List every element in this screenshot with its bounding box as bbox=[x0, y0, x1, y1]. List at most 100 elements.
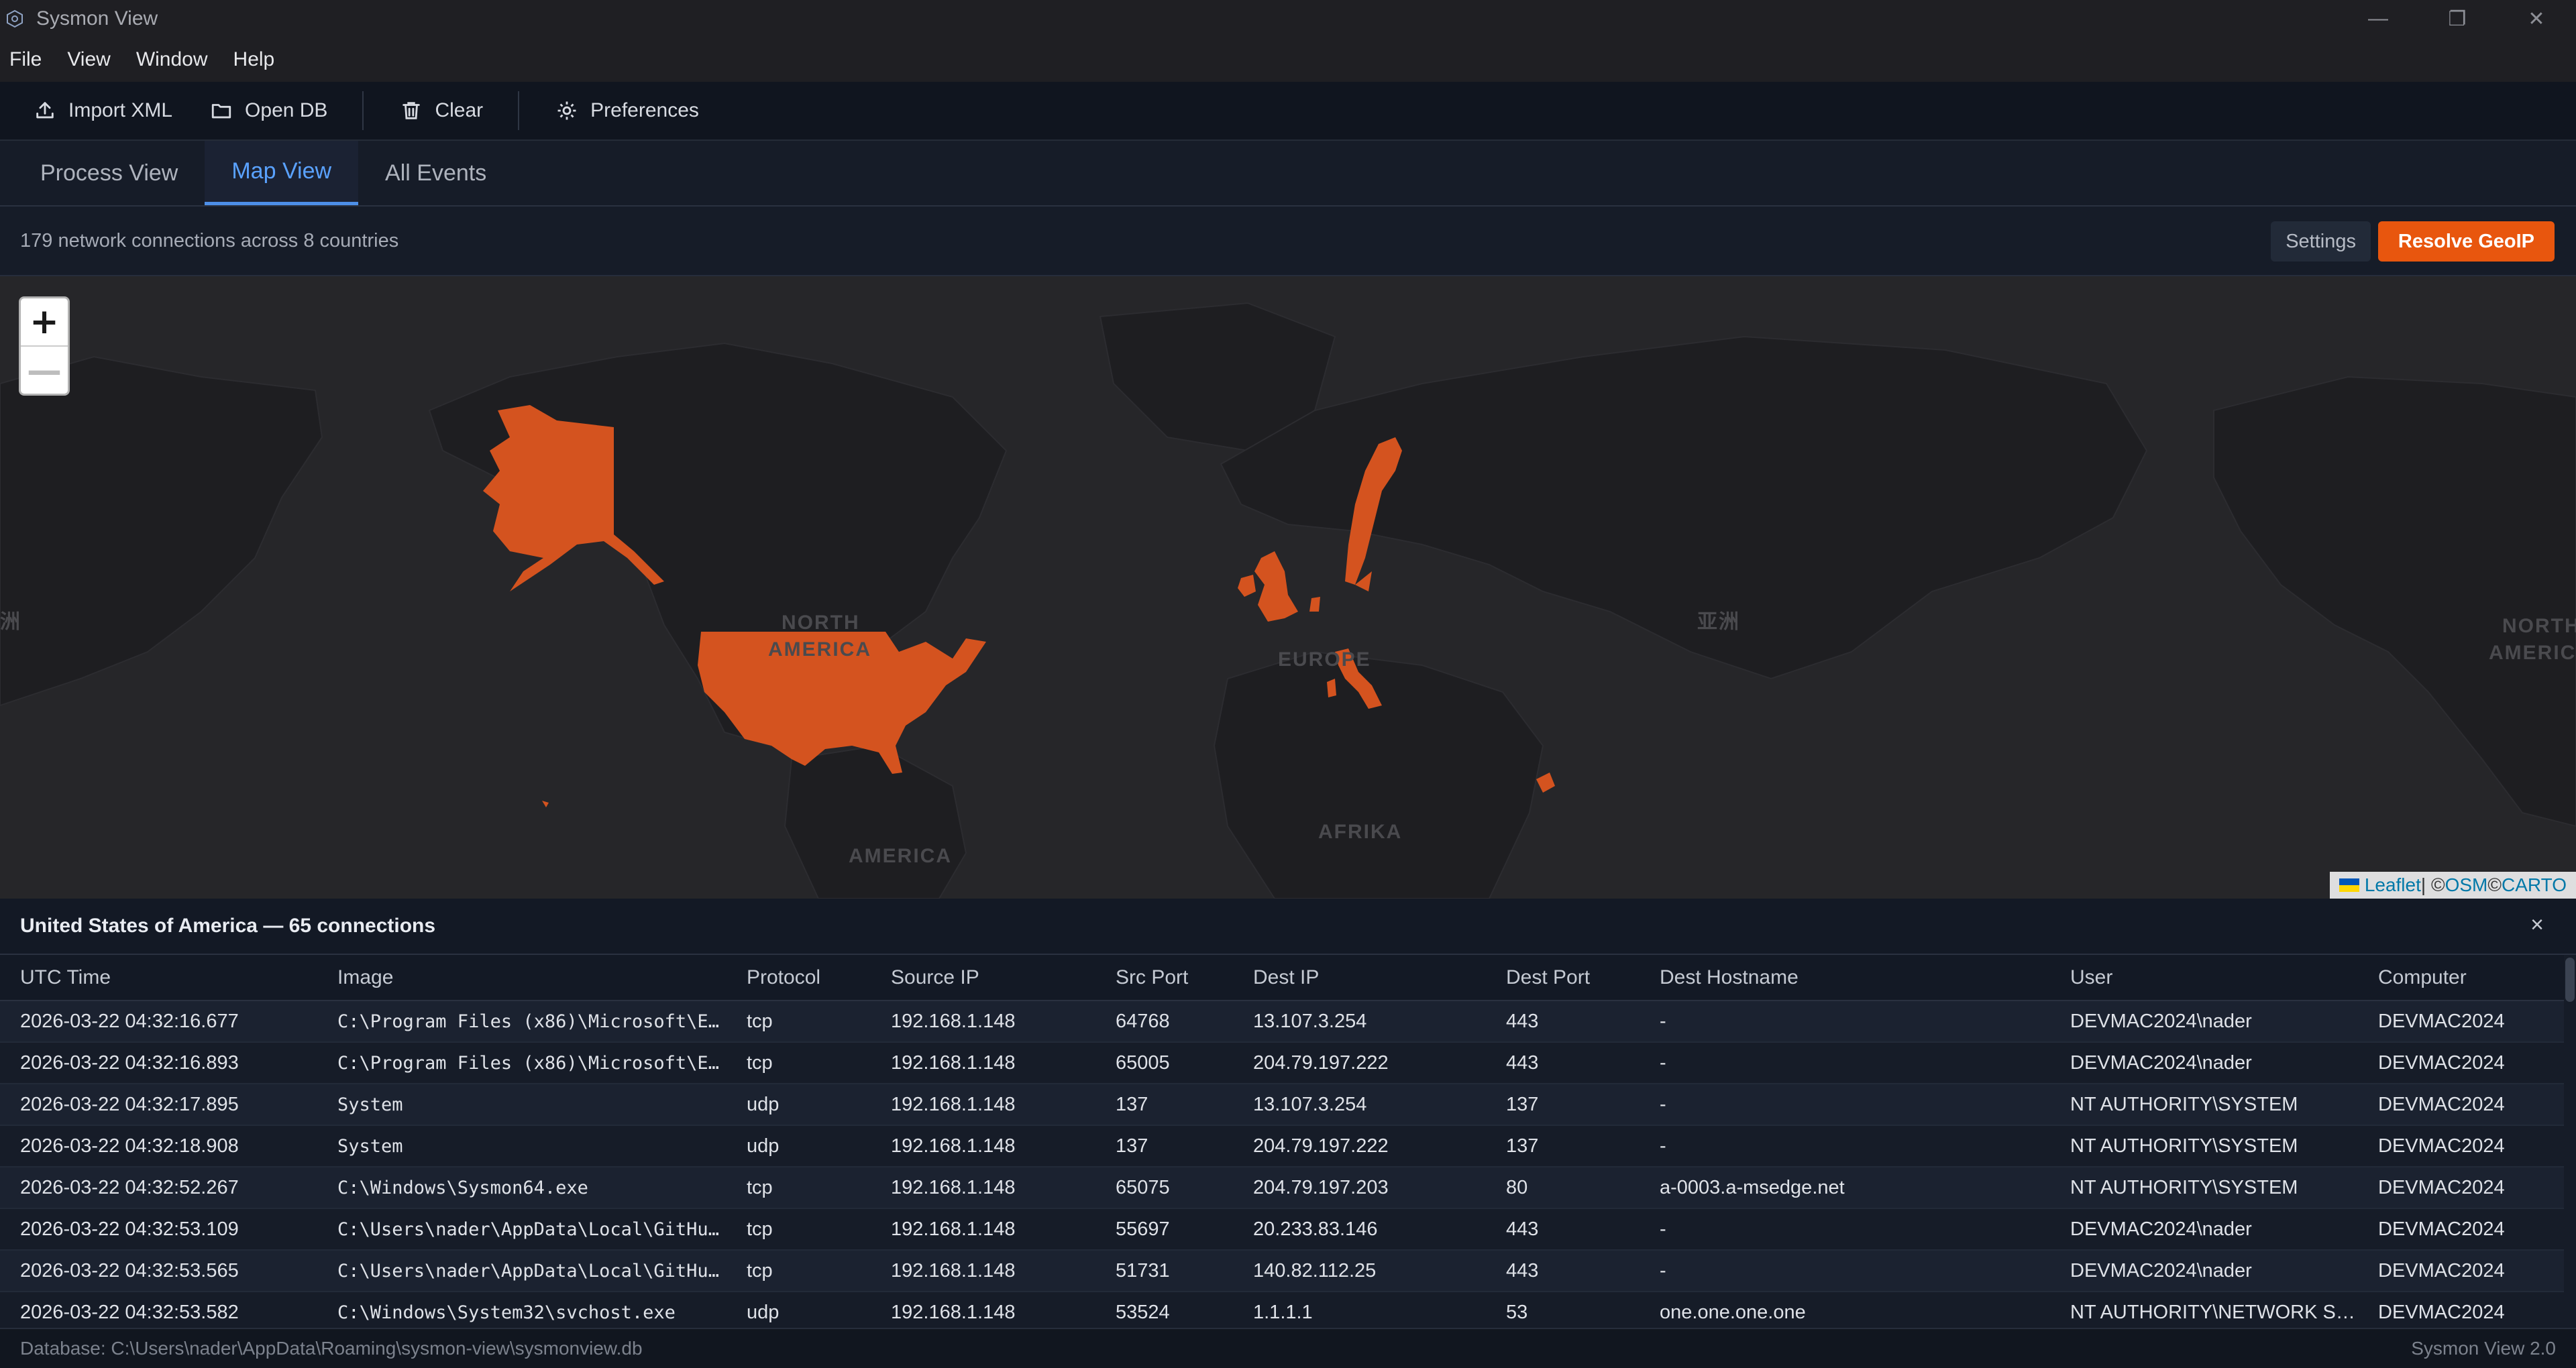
table-cell: tcp bbox=[727, 1001, 871, 1043]
close-detail-button[interactable]: × bbox=[2530, 912, 2544, 938]
table-cell: 65075 bbox=[1095, 1167, 1233, 1209]
table-cell: - bbox=[1640, 1125, 2050, 1167]
connections-table-container: UTC Time Image Protocol Source IP Src Po… bbox=[0, 955, 2576, 1328]
tab-map-view[interactable]: Map View bbox=[205, 141, 359, 205]
table-cell: 443 bbox=[1486, 1208, 1640, 1251]
label-north-america: NORTH bbox=[782, 612, 860, 634]
close-window-button[interactable]: ✕ bbox=[2497, 0, 2576, 38]
tab-all-events[interactable]: All Events bbox=[358, 141, 513, 205]
leaflet-link[interactable]: Leaflet bbox=[2365, 874, 2421, 896]
gear-icon bbox=[557, 101, 576, 120]
table-cell: 53524 bbox=[1095, 1292, 1233, 1328]
menu-bar: File View Window Help bbox=[0, 38, 2576, 82]
table-cell: tcp bbox=[727, 1167, 871, 1209]
table-cell: NT AUTHORITY\SYSTEM bbox=[2050, 1084, 2358, 1126]
attribution-copyright: © bbox=[2487, 874, 2502, 895]
table-cell: C:\Windows\System32\svchost.exe bbox=[317, 1292, 727, 1328]
table-cell: 65005 bbox=[1095, 1042, 1233, 1084]
table-cell: 2026-03-22 04:32:18.908 bbox=[0, 1125, 317, 1167]
label-america: AMERICA bbox=[768, 638, 871, 661]
table-cell: 2026-03-22 04:32:16.677 bbox=[0, 1001, 317, 1043]
table-row[interactable]: 2026-03-22 04:32:53.109 C:\Users\nader\Ap… bbox=[0, 1208, 2564, 1251]
world-map[interactable]: NORTH AMERICA EUROPE AMERICA AFRIKA NORT… bbox=[0, 276, 2576, 899]
table-cell: tcp bbox=[727, 1042, 871, 1084]
toolbar: Import XML Open DB Clear Preferences bbox=[0, 82, 2576, 141]
status-bar: Database: C:\Users\nader\AppData\Roaming… bbox=[0, 1328, 2576, 1368]
table-cell: tcp bbox=[727, 1250, 871, 1292]
column-header[interactable]: Source IP bbox=[871, 955, 1095, 1001]
table-cell: 192.168.1.148 bbox=[871, 1042, 1095, 1084]
table-row[interactable]: 2026-03-22 04:32:53.565 C:\Users\nader\Ap… bbox=[0, 1250, 2564, 1292]
table-cell: 192.168.1.148 bbox=[871, 1001, 1095, 1043]
table-cell: udp bbox=[727, 1084, 871, 1126]
carto-link[interactable]: CARTO bbox=[2502, 874, 2567, 896]
maximize-button[interactable]: ❐ bbox=[2418, 0, 2497, 38]
connection-summary: 179 network connections across 8 countri… bbox=[20, 229, 399, 251]
column-header[interactable]: Dest IP bbox=[1233, 955, 1486, 1001]
import-xml-label: Import XML bbox=[68, 99, 173, 121]
table-cell: DEVMAC2024 bbox=[2358, 1001, 2564, 1043]
column-header[interactable]: User bbox=[2050, 955, 2358, 1001]
open-db-button[interactable]: Open DB bbox=[210, 99, 327, 122]
table-scrollbar[interactable] bbox=[2565, 958, 2575, 1002]
zoom-in-button[interactable]: + bbox=[21, 298, 68, 347]
table-cell: 137 bbox=[1095, 1125, 1233, 1167]
app-version: Sysmon View 2.0 bbox=[2411, 1338, 2556, 1359]
resolve-geoip-button[interactable]: Resolve GeoIP bbox=[2377, 221, 2555, 262]
table-cell: 2026-03-22 04:32:17.895 bbox=[0, 1084, 317, 1126]
table-cell: - bbox=[1640, 1042, 2050, 1084]
trash-icon bbox=[402, 102, 421, 119]
table-cell: NT AUTHORITY\SYSTEM bbox=[2050, 1167, 2358, 1209]
minimize-button[interactable]: — bbox=[2339, 0, 2418, 38]
attribution-separator: | © bbox=[2420, 874, 2445, 895]
menu-file[interactable]: File bbox=[9, 48, 42, 71]
table-row[interactable]: 2026-03-22 04:32:16.677 C:\Program Files … bbox=[0, 1001, 2564, 1043]
table-row[interactable]: 2026-03-22 04:32:16.893 C:\Program Files … bbox=[0, 1042, 2564, 1084]
upload-icon bbox=[36, 102, 54, 119]
column-header[interactable]: Computer bbox=[2358, 955, 2564, 1001]
table-cell: 140.82.112.25 bbox=[1233, 1250, 1486, 1292]
label-europe: EUROPE bbox=[1278, 648, 1371, 671]
menu-help[interactable]: Help bbox=[233, 48, 275, 71]
table-cell: 204.79.197.222 bbox=[1233, 1125, 1486, 1167]
table-cell: System bbox=[317, 1125, 727, 1167]
clear-button[interactable]: Clear bbox=[400, 99, 483, 122]
table-row[interactable]: 2026-03-22 04:32:52.267 C:\Windows\Sysmon… bbox=[0, 1167, 2564, 1209]
menu-view[interactable]: View bbox=[67, 48, 110, 71]
settings-button[interactable]: Settings bbox=[2271, 221, 2371, 262]
country-detail-header: United States of America — 65 connection… bbox=[0, 899, 2576, 955]
toolbar-divider bbox=[518, 91, 520, 130]
table-cell: 2026-03-22 04:32:52.267 bbox=[0, 1167, 317, 1209]
column-header[interactable]: UTC Time bbox=[0, 955, 317, 1001]
table-cell: 204.79.197.222 bbox=[1233, 1042, 1486, 1084]
column-header[interactable]: Protocol bbox=[727, 955, 871, 1001]
table-header-row: UTC Time Image Protocol Source IP Src Po… bbox=[0, 955, 2564, 1001]
table-cell: 443 bbox=[1486, 1042, 1640, 1084]
table-cell: - bbox=[1640, 1208, 2050, 1251]
preferences-button[interactable]: Preferences bbox=[555, 99, 699, 122]
import-xml-button[interactable]: Import XML bbox=[34, 99, 172, 122]
table-cell: C:\Program Files (x86)\Microsoft\Edge\Ap… bbox=[317, 1042, 727, 1084]
menu-window[interactable]: Window bbox=[136, 48, 208, 71]
table-cell: 192.168.1.148 bbox=[871, 1208, 1095, 1251]
table-cell: 55697 bbox=[1095, 1208, 1233, 1251]
table-row[interactable]: 2026-03-22 04:32:53.582 C:\Windows\System… bbox=[0, 1292, 2564, 1328]
column-header[interactable]: Dest Port bbox=[1486, 955, 1640, 1001]
map-canvas[interactable] bbox=[0, 276, 2576, 899]
table-cell: 2026-03-22 04:32:16.893 bbox=[0, 1042, 317, 1084]
title-bar: Sysmon View — ❐ ✕ bbox=[0, 0, 2576, 38]
table-cell: 13.107.3.254 bbox=[1233, 1001, 1486, 1043]
tab-process-view[interactable]: Process View bbox=[13, 141, 205, 205]
table-cell: 192.168.1.148 bbox=[871, 1292, 1095, 1328]
zoom-out-button[interactable]: — bbox=[21, 347, 68, 394]
country-sardinia bbox=[1327, 679, 1336, 697]
column-header[interactable]: Src Port bbox=[1095, 955, 1233, 1001]
column-header[interactable]: Dest Hostname bbox=[1640, 955, 2050, 1001]
table-row[interactable]: 2026-03-22 04:32:18.908 System udp 192.168.… bbox=[0, 1125, 2564, 1167]
column-header[interactable]: Image bbox=[317, 955, 727, 1001]
zoom-control: + — bbox=[19, 296, 70, 396]
land-africa bbox=[1213, 650, 1544, 899]
database-path: Database: C:\Users\nader\AppData\Roaming… bbox=[20, 1338, 643, 1359]
table-row[interactable]: 2026-03-22 04:32:17.895 System udp 192.168.… bbox=[0, 1084, 2564, 1126]
osm-link[interactable]: OSM bbox=[2445, 874, 2488, 896]
